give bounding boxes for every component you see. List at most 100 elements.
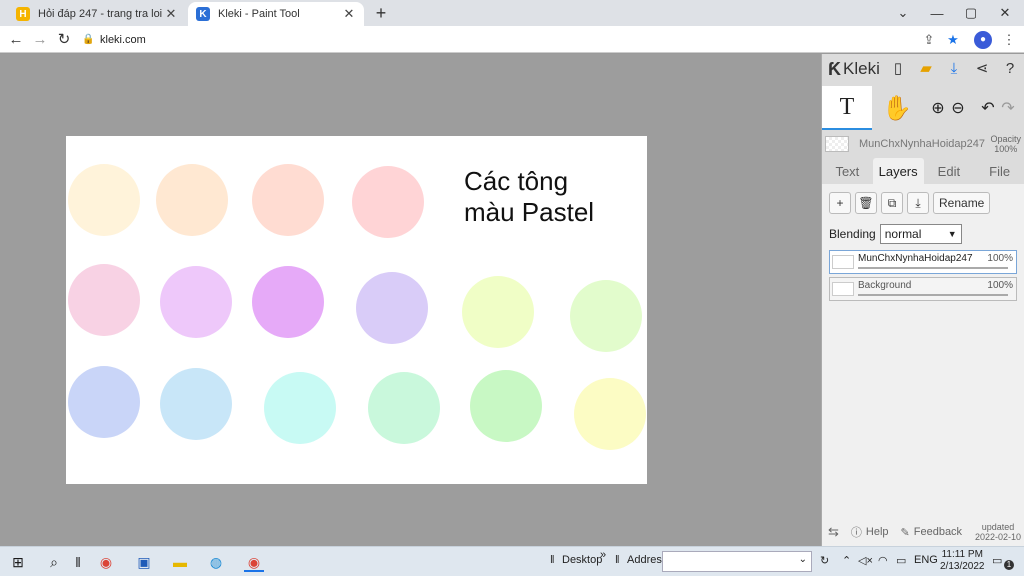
- kleki-logo-icon: Ƙ: [828, 58, 841, 79]
- pastel-circle: [68, 366, 140, 438]
- close-window-button[interactable]: ✕: [988, 0, 1022, 26]
- kleki-side-panel: Ƙ Kleki ▯ ▰ ⤓ ⋖ ? T ✋ ⊕ ⊖ ↶ ↷ MunChxNynh…: [821, 54, 1024, 546]
- battery-icon[interactable]: ▭: [896, 554, 906, 567]
- help-link[interactable]: Help: [866, 526, 889, 538]
- panel-tabs: Text Layers Edit File: [822, 158, 1024, 184]
- open-folder-icon[interactable]: ▰: [916, 58, 936, 80]
- hand-tool-icon[interactable]: ✋: [882, 86, 912, 130]
- show-hidden-icons[interactable]: ⌃: [842, 554, 851, 567]
- refresh-icon[interactable]: ↻: [820, 554, 829, 567]
- clock-date: 2/13/2022: [940, 561, 985, 572]
- opacity-label: Opacity: [990, 134, 1021, 144]
- notification-badge: 1: [1004, 560, 1014, 570]
- address-toolbar-input[interactable]: ⌄: [662, 551, 812, 572]
- file-explorer-icon[interactable]: ▬: [170, 552, 190, 572]
- clock[interactable]: 11:11 PM 2/13/2022: [940, 549, 985, 573]
- pastel-circle: [264, 372, 336, 444]
- text-tool-icon[interactable]: T: [822, 86, 872, 130]
- blending-value: normal: [884, 227, 922, 241]
- share-icon[interactable]: ⋖: [972, 58, 992, 80]
- address-bar[interactable]: 🔒 kleki.com: [82, 29, 962, 50]
- separator-icon: ‖: [615, 554, 620, 566]
- menu-kebab-icon[interactable]: ⋮: [1000, 31, 1018, 49]
- pastel-circle: [68, 164, 140, 236]
- pastel-circle: [356, 272, 428, 344]
- share-icon[interactable]: ⇪: [920, 31, 938, 49]
- pastel-circle: [252, 266, 324, 338]
- tab-hoidap[interactable]: H Hỏi đáp 247 - trang tra loi ✕: [8, 2, 186, 26]
- updated-info: updated 2022-02-10: [975, 522, 1021, 542]
- taskbar: ⊞ ⌕ ‖ ◉ ▣ ▬ ◍ ◉ ‖ Desktop » ‖ Address ⌄ …: [0, 546, 1024, 576]
- new-tab-button[interactable]: +: [372, 4, 390, 22]
- opacity-readout: Opacity 100%: [990, 134, 1021, 154]
- tab-kleki[interactable]: K Kleki - Paint Tool ✕: [188, 2, 364, 26]
- new-image-icon[interactable]: ▯: [888, 58, 908, 80]
- layer-opacity-slider[interactable]: [858, 267, 1008, 269]
- delete-layer-icon[interactable]: 🗑: [855, 192, 877, 214]
- drawing-canvas[interactable]: Các tông màu Pastel: [66, 136, 647, 484]
- layer-item[interactable]: MunChxNynhaHoidap247 100%: [829, 250, 1017, 274]
- help-circle-icon[interactable]: ?: [1000, 58, 1020, 80]
- maximize-button[interactable]: ▢: [954, 0, 988, 26]
- tab-search-button[interactable]: ⌄: [886, 0, 920, 26]
- current-layer-name: MunChxNynhaHoidap247: [859, 138, 985, 150]
- feedback-link[interactable]: Feedback: [914, 526, 962, 538]
- download-icon[interactable]: ⤓: [944, 58, 964, 80]
- forward-icon[interactable]: →: [30, 30, 50, 50]
- lock-icon: 🔒: [82, 34, 95, 45]
- layer-name: Background: [858, 280, 912, 291]
- store-icon[interactable]: ▣: [134, 552, 154, 572]
- rename-button[interactable]: Rename: [933, 192, 991, 214]
- clock-time: 11:11 PM: [941, 549, 983, 560]
- duplicate-layer-icon[interactable]: ⧉: [881, 192, 903, 214]
- canvas-text-line-2: màu Pastel: [464, 197, 595, 227]
- swap-side-icon[interactable]: ⇆: [828, 524, 839, 540]
- tab-file[interactable]: File: [974, 158, 1024, 184]
- language-indicator[interactable]: ENG: [914, 554, 938, 566]
- search-icon[interactable]: ⌕: [44, 552, 64, 572]
- chrome-icon[interactable]: ◉: [96, 552, 116, 572]
- redo-icon[interactable]: ↷: [998, 86, 1018, 130]
- kleki-workspace[interactable]: Các tông màu Pastel: [0, 54, 821, 546]
- current-layer-thumbnail: [825, 136, 849, 152]
- minimize-button[interactable]: —: [920, 0, 954, 26]
- reload-icon[interactable]: ↻: [54, 30, 74, 50]
- zoom-out-icon[interactable]: ⊖: [948, 86, 968, 130]
- back-icon[interactable]: ←: [6, 30, 26, 50]
- profile-avatar-icon[interactable]: ●: [974, 31, 992, 49]
- pastel-circle: [160, 368, 232, 440]
- chevrons-icon[interactable]: »: [600, 549, 606, 561]
- tab-layers[interactable]: Layers: [872, 158, 924, 184]
- close-tab-icon[interactable]: ✕: [342, 6, 356, 22]
- add-layer-icon[interactable]: +: [829, 192, 851, 214]
- pastel-circle: [462, 276, 534, 348]
- url-text: kleki.com: [100, 33, 146, 46]
- chrome-active-icon[interactable]: ◉: [244, 552, 264, 572]
- feedback-icon: ✎: [900, 526, 910, 539]
- desktop-toolbar[interactable]: Desktop: [562, 554, 602, 566]
- notification-center-icon[interactable]: ▭: [992, 554, 1002, 567]
- edge-icon[interactable]: ◍: [206, 552, 226, 572]
- merge-down-icon[interactable]: ⤓: [907, 192, 929, 214]
- tab-strip: H Hỏi đáp 247 - trang tra loi ✕ K Kleki …: [0, 0, 1024, 26]
- tab-title: Hỏi đáp 247 - trang tra loi: [38, 8, 163, 20]
- layer-opacity-slider[interactable]: [858, 294, 1008, 296]
- layer-opacity: 100%: [987, 253, 1013, 264]
- kleki-logo: Ƙ Kleki: [828, 59, 880, 80]
- tool-row: T ✋ ⊕ ⊖ ↶ ↷: [822, 86, 1024, 130]
- chevron-down-icon[interactable]: ⌄: [799, 554, 807, 565]
- pastel-circle: [470, 370, 542, 442]
- tab-edit[interactable]: Edit: [924, 158, 975, 184]
- task-view-icon[interactable]: ‖: [68, 552, 88, 572]
- layer-item[interactable]: Background 100%: [829, 277, 1017, 301]
- wifi-icon[interactable]: ◠: [878, 554, 888, 567]
- bookmark-star-icon[interactable]: ★: [944, 31, 962, 49]
- zoom-in-icon[interactable]: ⊕: [928, 86, 948, 130]
- tab-text[interactable]: Text: [822, 158, 873, 184]
- undo-icon[interactable]: ↶: [978, 86, 998, 130]
- canvas-text-line-1: Các tông: [464, 166, 569, 196]
- blending-select[interactable]: normal ▼: [879, 224, 962, 244]
- start-windows-icon[interactable]: ⊞: [8, 552, 28, 572]
- volume-icon[interactable]: ◁×: [858, 554, 873, 567]
- close-tab-icon[interactable]: ✕: [164, 6, 178, 22]
